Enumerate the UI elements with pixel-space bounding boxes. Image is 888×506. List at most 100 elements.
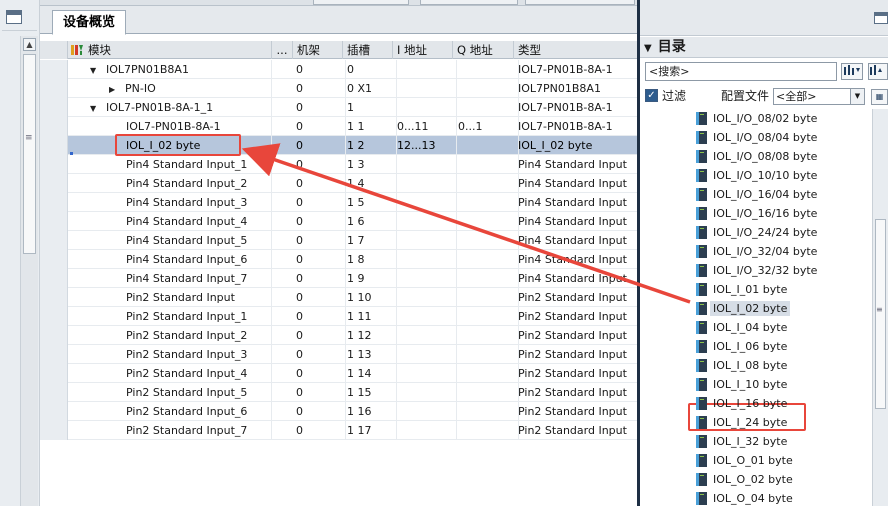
type-cell[interactable]: Pin2 Standard Input <box>518 364 638 383</box>
row-grip[interactable] <box>40 174 68 193</box>
module-name-cell[interactable]: ▼ IOL7PN01B8A1 <box>90 60 272 79</box>
slot-cell[interactable]: 1 5 <box>347 193 397 212</box>
search-down-button[interactable] <box>841 63 863 80</box>
slot-cell[interactable]: 1 17 <box>347 421 397 440</box>
i-addr-cell[interactable] <box>397 364 457 383</box>
rack-cell[interactable]: 0 <box>296 79 346 98</box>
search-input[interactable]: <搜索> <box>645 62 837 81</box>
catalog-settings-button[interactable]: ▦ <box>871 89 888 105</box>
row-grip[interactable] <box>40 307 68 326</box>
rack-cell[interactable]: 0 <box>296 288 346 307</box>
i-addr-cell[interactable] <box>397 326 457 345</box>
slot-cell[interactable]: 1 10 <box>347 288 397 307</box>
q-addr-cell[interactable] <box>458 326 519 345</box>
catalog-item[interactable]: IOL_I_16 byte <box>640 394 872 413</box>
row-grip[interactable] <box>40 402 68 421</box>
slot-cell[interactable]: 0 X1 <box>347 79 397 98</box>
slot-cell[interactable]: 1 <box>347 98 397 117</box>
catalog-item[interactable]: IOL_I/O_24/24 byte <box>640 223 872 242</box>
catalog-item[interactable]: IOL_I/O_08/02 byte <box>640 109 872 128</box>
catalog-item[interactable]: IOL_O_02 byte <box>640 470 872 489</box>
type-cell[interactable]: Pin2 Standard Input <box>518 402 638 421</box>
module-name-cell[interactable]: Pin4 Standard Input_4 <box>126 212 272 231</box>
q-addr-cell[interactable] <box>458 98 519 117</box>
rack-cell[interactable]: 0 <box>296 212 346 231</box>
slot-cell[interactable]: 1 13 <box>347 345 397 364</box>
catalog-item[interactable]: IOL_I_04 byte <box>640 318 872 337</box>
rack-cell[interactable]: 0 <box>296 326 346 345</box>
expand-down-icon[interactable]: ▼ <box>90 99 100 117</box>
module-name-cell[interactable]: Pin4 Standard Input_3 <box>126 193 272 212</box>
type-cell[interactable]: Pin2 Standard Input <box>518 307 638 326</box>
i-addr-cell[interactable] <box>397 231 457 250</box>
row-grip[interactable] <box>40 79 68 98</box>
rack-cell[interactable]: 0 <box>296 136 346 155</box>
module-name-cell[interactable]: Pin2 Standard Input_5 <box>126 383 272 402</box>
catalog-item[interactable]: IOL_I_08 byte <box>640 356 872 375</box>
catalog-item[interactable]: IOL_I/O_08/04 byte <box>640 128 872 147</box>
rack-cell[interactable]: 0 <box>296 402 346 421</box>
i-addr-cell[interactable] <box>397 345 457 364</box>
q-addr-cell[interactable] <box>458 383 519 402</box>
i-addr-cell[interactable] <box>397 402 457 421</box>
rack-cell[interactable]: 0 <box>296 421 346 440</box>
rack-cell[interactable]: 0 <box>296 383 346 402</box>
module-name-cell[interactable]: Pin2 Standard Input_7 <box>126 421 272 440</box>
row-grip[interactable] <box>40 345 68 364</box>
type-cell[interactable]: Pin4 Standard Input <box>518 212 638 231</box>
q-addr-cell[interactable] <box>458 402 519 421</box>
module-name-cell[interactable]: Pin2 Standard Input_2 <box>126 326 272 345</box>
row-grip[interactable] <box>40 269 68 288</box>
row-grip[interactable] <box>40 117 68 136</box>
type-cell[interactable]: Pin4 Standard Input <box>518 174 638 193</box>
rack-cell[interactable]: 0 <box>296 98 346 117</box>
chevron-down-icon[interactable]: ▼ <box>644 43 652 54</box>
type-cell[interactable]: Pin2 Standard Input <box>518 421 638 440</box>
table-row[interactable]: Pin2 Standard Input_1 0 1 11 Pin2 Standard … <box>40 307 638 326</box>
scroll-thumb[interactable] <box>23 54 36 254</box>
slot-cell[interactable]: 0 <box>347 60 397 79</box>
i-addr-cell[interactable] <box>397 174 457 193</box>
type-cell[interactable]: Pin2 Standard Input <box>518 383 638 402</box>
row-grip[interactable] <box>40 60 68 79</box>
col-rack[interactable]: 机架 <box>293 41 343 59</box>
catalog-item[interactable]: IOL_I_01 byte <box>640 280 872 299</box>
dropdown-arrow-icon[interactable]: ▼ <box>850 89 864 104</box>
slot-cell[interactable]: 1 14 <box>347 364 397 383</box>
tab-fragment[interactable] <box>313 0 409 5</box>
scroll-up-icon[interactable]: ▲ <box>23 38 36 51</box>
table-row[interactable]: Pin4 Standard Input_2 0 1 4 Pin4 Standard I… <box>40 174 638 193</box>
catalog-item[interactable]: IOL_O_01 byte <box>640 451 872 470</box>
rack-cell[interactable]: 0 <box>296 231 346 250</box>
i-addr-cell[interactable] <box>397 193 457 212</box>
catalog-item[interactable]: IOL_I/O_32/04 byte <box>640 242 872 261</box>
window-icon[interactable] <box>6 10 22 24</box>
q-addr-cell[interactable] <box>458 421 519 440</box>
table-row[interactable]: Pin4 Standard Input_5 0 1 7 Pin4 Standard I… <box>40 231 638 250</box>
tab-device-overview[interactable]: 设备概览 <box>52 10 127 35</box>
profile-select[interactable]: <全部> ▼ <box>773 88 865 105</box>
scroll-thumb[interactable] <box>875 219 886 409</box>
type-cell[interactable]: IOL7-PN01B-8A-1 <box>518 60 638 79</box>
rack-cell[interactable]: 0 <box>296 307 346 326</box>
q-addr-cell[interactable] <box>458 364 519 383</box>
q-addr-cell[interactable] <box>458 269 519 288</box>
type-cell[interactable]: Pin2 Standard Input <box>518 326 638 345</box>
table-row[interactable]: Pin2 Standard Input_5 0 1 15 Pin2 Standard … <box>40 383 638 402</box>
rack-cell[interactable]: 0 <box>296 174 346 193</box>
rack-cell[interactable]: 0 <box>296 60 346 79</box>
row-grip[interactable] <box>40 98 68 117</box>
col-type[interactable]: 类型 <box>514 41 638 59</box>
i-addr-cell[interactable] <box>397 383 457 402</box>
module-name-cell[interactable]: Pin2 Standard Input_6 <box>126 402 272 421</box>
slot-cell[interactable]: 1 12 <box>347 326 397 345</box>
table-row[interactable]: Pin4 Standard Input_7 0 1 9 Pin4 Standard I… <box>40 269 638 288</box>
col-more[interactable]: ... <box>272 41 293 59</box>
filter-checkbox[interactable]: ✓ <box>645 89 658 102</box>
table-row[interactable]: ▼ IOL7PN01B8A1 0 0 IOL7-PN01B-8A-1 <box>40 60 638 79</box>
row-grip[interactable] <box>40 193 68 212</box>
catalog-item[interactable]: IOL_I_24 byte <box>640 413 872 432</box>
catalog-item[interactable]: IOL_I/O_10/10 byte <box>640 166 872 185</box>
q-addr-cell[interactable] <box>458 174 519 193</box>
slot-cell[interactable]: 1 1 <box>347 117 397 136</box>
